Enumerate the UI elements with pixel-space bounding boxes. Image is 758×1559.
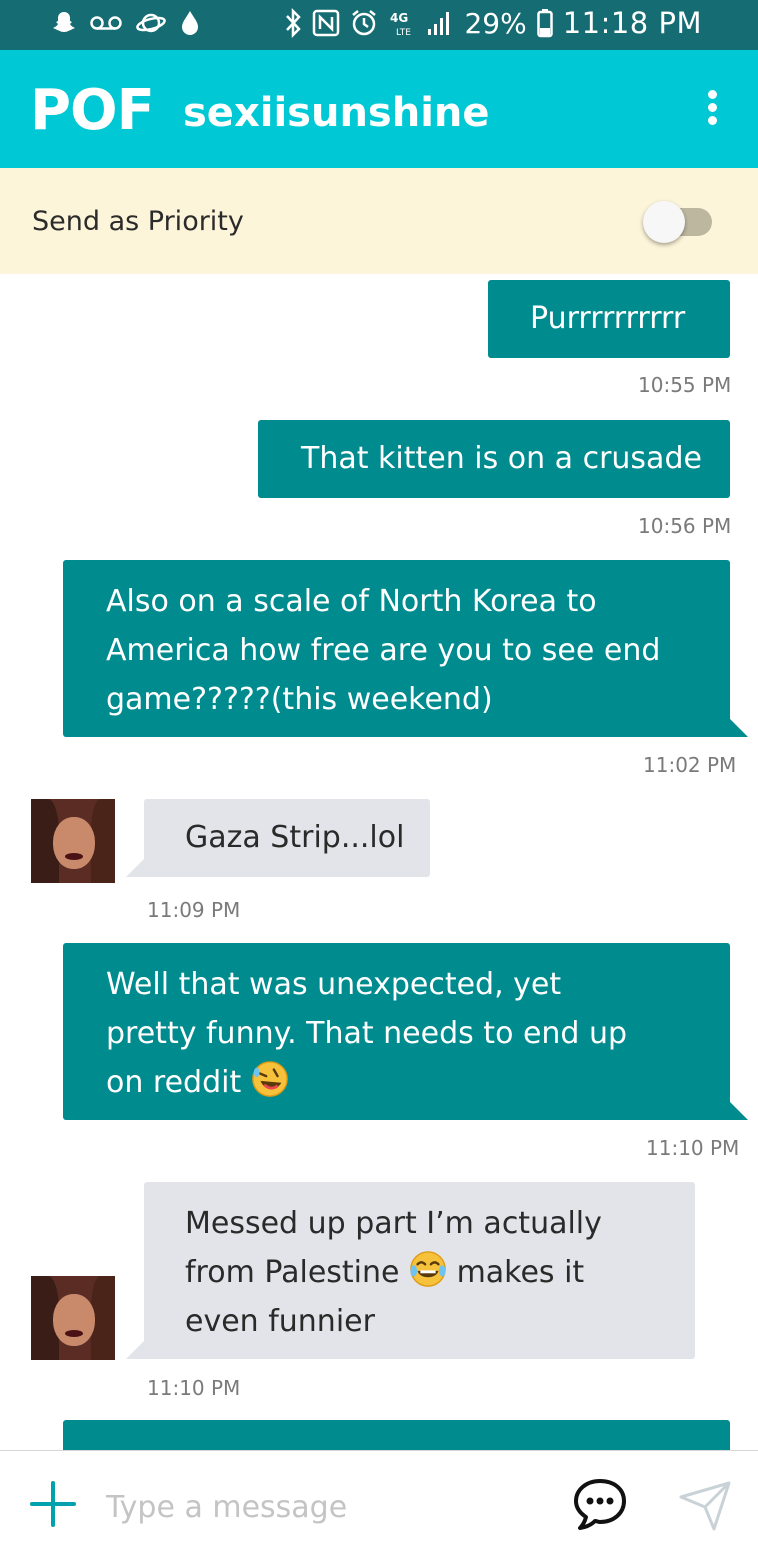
bubble-tail — [126, 1341, 144, 1359]
message-line: even funnier — [185, 1297, 695, 1346]
battery-icon — [537, 8, 553, 38]
voicemail-icon — [90, 14, 122, 32]
avatar[interactable] — [31, 1276, 115, 1360]
pof-logo[interactable]: POF — [30, 78, 154, 143]
message-line: Well that was unexpected, yet — [106, 960, 730, 1009]
message-line-with-emoji: on reddit — [106, 1058, 730, 1107]
message-text: Purrrrrrrrrr — [530, 301, 685, 336]
tears-of-joy-emoji — [409, 1250, 447, 1288]
message-bubble-outgoing[interactable]: That kitten is on a crusade — [258, 420, 730, 498]
avatar[interactable] — [31, 799, 115, 883]
message-input[interactable] — [104, 1481, 548, 1533]
message-timestamp: 10:56 PM — [638, 514, 731, 538]
bubble-tail — [126, 859, 144, 877]
message-list[interactable]: Purrrrrrrrrr 10:55 PM That kitten is on … — [0, 274, 758, 1450]
status-bar: 4G LTE 29% 11:18 PM — [0, 0, 758, 50]
drop-icon — [180, 10, 200, 36]
message-timestamp: 11:09 PM — [147, 898, 240, 922]
chat-bubble-icon[interactable] — [572, 1477, 628, 1533]
message-line: from Palestine — [185, 1255, 399, 1290]
message-line-with-emoji: from Palestine makes it — [185, 1248, 695, 1297]
send-icon[interactable] — [678, 1479, 732, 1533]
rolling-on-floor-laughing-emoji — [251, 1060, 289, 1098]
message-bubble-outgoing[interactable]: Also on a scale of North Korea to Americ… — [63, 560, 730, 737]
message-line: America how free are you to see end — [106, 626, 730, 675]
message-timestamp: 11:10 PM — [147, 1376, 240, 1400]
priority-label: Send as Priority — [32, 206, 244, 237]
message-line: Also on a scale of North Korea to — [106, 577, 730, 626]
app-header: POF sexiisunshine — [0, 50, 758, 168]
message-line: on reddit — [106, 1065, 241, 1100]
message-line: Messed up part I’m actually — [185, 1199, 695, 1248]
message-timestamp: 10:55 PM — [638, 373, 731, 397]
saturn-icon — [136, 10, 166, 36]
message-line: game?????(this weekend) — [106, 675, 730, 724]
status-left-icons — [52, 10, 200, 36]
bubble-tail — [730, 1102, 748, 1120]
message-line: makes it — [457, 1255, 585, 1290]
message-bubble-incoming[interactable]: Messed up part I’m actually from Palesti… — [144, 1182, 695, 1359]
nfc-icon — [312, 9, 340, 37]
svg-text:LTE: LTE — [396, 28, 411, 37]
message-composer — [0, 1450, 758, 1559]
message-bubble-incoming[interactable]: Gaza Strip...lol — [144, 799, 430, 877]
svg-text:4G: 4G — [390, 11, 408, 25]
bluetooth-icon — [284, 8, 302, 38]
signal-icon — [426, 9, 454, 37]
priority-toggle[interactable] — [643, 201, 685, 243]
priority-bar: Send as Priority — [0, 168, 758, 274]
message-text: Gaza Strip...lol — [185, 820, 404, 855]
message-bubble-outgoing[interactable]: Purrrrrrrrrr — [488, 280, 730, 358]
snapchat-icon — [52, 10, 76, 36]
message-bubble-outgoing[interactable] — [63, 1420, 730, 1450]
message-timestamp: 11:10 PM — [646, 1136, 739, 1160]
bubble-tail — [730, 719, 748, 737]
status-right-icons: 4G LTE 29% 11:18 PM — [284, 6, 702, 40]
message-line: pretty funny. That needs to end up — [106, 1009, 730, 1058]
add-attachment-icon[interactable] — [30, 1481, 76, 1527]
message-bubble-outgoing[interactable]: Well that was unexpected, yet pretty fun… — [63, 943, 730, 1120]
message-text: That kitten is on a crusade — [301, 441, 702, 476]
more-vert-icon[interactable] — [700, 90, 724, 130]
alarm-icon — [350, 9, 378, 37]
lte-icon: 4G LTE — [388, 9, 416, 37]
status-time: 11:18 PM — [563, 6, 702, 40]
battery-percent: 29% — [464, 7, 526, 40]
message-timestamp: 11:02 PM — [643, 753, 736, 777]
chat-partner-name[interactable]: sexiisunshine — [183, 90, 490, 136]
